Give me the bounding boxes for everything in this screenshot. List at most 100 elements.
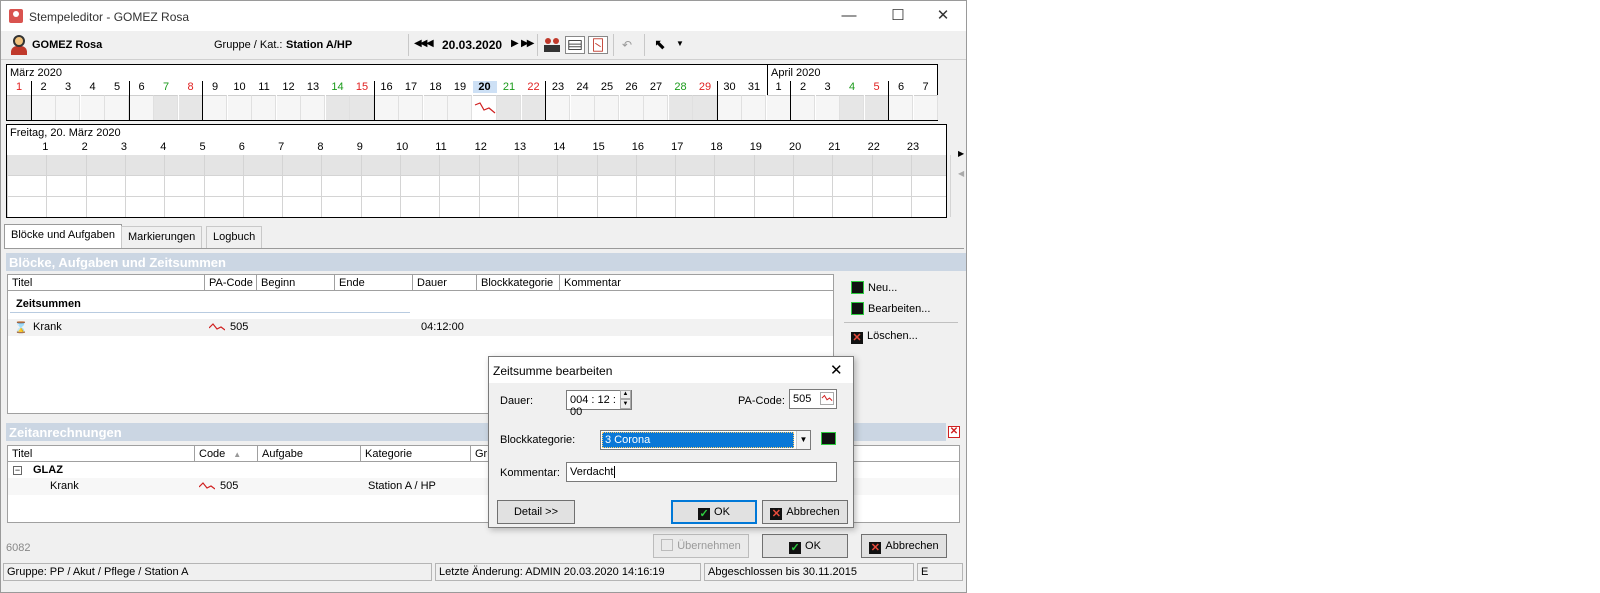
collapse-icon[interactable]: − bbox=[13, 466, 22, 475]
month-day-label[interactable]: 31 bbox=[742, 81, 766, 93]
month-day-label[interactable]: 16 bbox=[375, 81, 399, 93]
dauer-input[interactable]: 004 : 12 : 00 ▲ ▼ bbox=[566, 390, 632, 418]
month-day-label[interactable]: 5 bbox=[865, 81, 889, 93]
month-day-cell[interactable] bbox=[105, 95, 129, 120]
month-day-label[interactable]: 17 bbox=[399, 81, 423, 93]
month-day-label[interactable]: 30 bbox=[718, 81, 742, 93]
month-day-label[interactable]: 1 bbox=[767, 81, 791, 93]
month-day-cell[interactable] bbox=[423, 95, 448, 120]
month-day-cell[interactable] bbox=[276, 95, 301, 120]
loeschen-button[interactable]: ✕ Löschen... bbox=[851, 330, 918, 344]
month-day-cell[interactable] bbox=[301, 95, 325, 120]
month-day-cell[interactable] bbox=[570, 95, 595, 120]
month-day-cell[interactable] bbox=[864, 95, 889, 120]
month-day-label[interactable]: 4 bbox=[840, 81, 864, 93]
month-day-label[interactable]: 15 bbox=[350, 81, 374, 93]
month-day-label[interactable]: 26 bbox=[620, 81, 644, 93]
col-blockkategorie[interactable]: Blockkategorie bbox=[477, 275, 560, 291]
pa-code-input[interactable]: 505 bbox=[789, 389, 837, 409]
month-day-cell[interactable] bbox=[350, 95, 374, 120]
col-kategorie[interactable]: Kategorie bbox=[361, 446, 471, 462]
month-day-cell[interactable] bbox=[742, 95, 766, 120]
scroll-right-icon[interactable]: ▶ bbox=[958, 149, 964, 158]
table-view-icon[interactable] bbox=[565, 36, 585, 54]
month-day-label[interactable]: 25 bbox=[595, 81, 619, 93]
month-day-label[interactable]: 6 bbox=[130, 81, 154, 93]
month-day-label[interactable]: 5 bbox=[105, 81, 129, 93]
spin-up-icon[interactable]: ▲ bbox=[620, 390, 631, 399]
month-day-cell[interactable] bbox=[472, 95, 497, 120]
month-day-label[interactable]: 14 bbox=[326, 81, 350, 93]
month-day-cell[interactable] bbox=[668, 95, 693, 120]
chevron-down-icon[interactable]: ▼ bbox=[796, 431, 810, 449]
month-day-cell[interactable] bbox=[644, 95, 668, 120]
month-day-cell[interactable] bbox=[178, 95, 203, 120]
col-ende[interactable]: Ende bbox=[335, 275, 413, 291]
month-day-cell[interactable] bbox=[717, 95, 742, 120]
month-day-cell[interactable] bbox=[595, 95, 619, 120]
group-people-icon[interactable] bbox=[542, 36, 562, 54]
month-day-cell[interactable] bbox=[913, 95, 938, 120]
col-code[interactable]: Code ▲ bbox=[195, 446, 258, 462]
month-day-label[interactable]: 27 bbox=[644, 81, 668, 93]
month-day-label[interactable]: 13 bbox=[301, 81, 325, 93]
tab-markierungen[interactable]: Markierungen bbox=[121, 226, 203, 248]
month-day-cell[interactable] bbox=[325, 95, 350, 120]
month-day-cell[interactable] bbox=[399, 95, 423, 120]
month-day-label[interactable]: 11 bbox=[252, 81, 276, 93]
month-day-label[interactable]: 19 bbox=[448, 81, 472, 93]
close-button[interactable]: ✕ bbox=[929, 5, 957, 27]
col-titel[interactable]: Titel bbox=[8, 446, 195, 462]
col-dauer[interactable]: Dauer bbox=[413, 275, 477, 291]
month-day-label[interactable]: 3 bbox=[816, 81, 840, 93]
document-icon[interactable] bbox=[588, 36, 608, 54]
month-day-label[interactable]: 21 bbox=[497, 81, 521, 93]
month-day-cell[interactable] bbox=[546, 95, 570, 120]
month-day-label[interactable]: 20 bbox=[472, 81, 497, 93]
pointer-icon[interactable]: ⬉ bbox=[654, 36, 666, 53]
month-day-cell[interactable] bbox=[154, 95, 178, 120]
month-day-label[interactable]: 7 bbox=[154, 81, 178, 93]
close-section-icon[interactable]: ✕ bbox=[948, 426, 960, 438]
month-day-label[interactable]: 22 bbox=[522, 81, 546, 93]
scroll-left-icon[interactable]: ◀ bbox=[958, 169, 964, 178]
month-day-label[interactable]: 1 bbox=[7, 81, 31, 93]
month-day-label[interactable]: 2 bbox=[791, 81, 815, 93]
col-titel[interactable]: Titel bbox=[8, 275, 205, 291]
dialog-ok-button[interactable]: ✓ OK bbox=[671, 500, 757, 524]
month-day-label[interactable]: 24 bbox=[571, 81, 595, 93]
col-beginn[interactable]: Beginn bbox=[257, 275, 335, 291]
dialog-abbrechen-button[interactable]: ✕ Abbrechen bbox=[762, 500, 848, 524]
col-aufgabe[interactable]: Aufgabe bbox=[258, 446, 361, 462]
next-day-icon[interactable]: ▶ bbox=[511, 38, 519, 49]
next-all-icon[interactable]: ▶▶ bbox=[521, 38, 534, 49]
minimize-button[interactable]: — bbox=[835, 5, 863, 27]
kommentar-input[interactable]: Verdacht bbox=[566, 462, 837, 482]
uebernehmen-button[interactable]: Übernehmen bbox=[653, 534, 749, 558]
spin-down-icon[interactable]: ▼ bbox=[620, 399, 631, 409]
chevron-down-icon[interactable]: ▼ bbox=[676, 39, 684, 48]
month-day-label[interactable]: 23 bbox=[546, 81, 570, 93]
ok-button[interactable]: ✓ OK bbox=[762, 534, 848, 558]
month-day-label[interactable]: 4 bbox=[81, 81, 105, 93]
month-day-label[interactable]: 6 bbox=[889, 81, 913, 93]
month-day-cell[interactable] bbox=[80, 95, 105, 120]
month-day-cell[interactable] bbox=[252, 95, 276, 120]
month-day-cell[interactable] bbox=[497, 95, 521, 120]
prev-all-icon[interactable]: ◀◀ bbox=[414, 38, 427, 49]
month-day-label[interactable]: 12 bbox=[277, 81, 301, 93]
month-day-cell[interactable] bbox=[619, 95, 644, 120]
neu-button[interactable]: Neu... bbox=[851, 281, 897, 294]
month-day-label[interactable]: 29 bbox=[693, 81, 717, 93]
table-row[interactable]: ⌛ Krank 505 04:12:00 bbox=[8, 319, 833, 336]
detail-button[interactable]: Detail >> bbox=[497, 500, 575, 524]
month-day-cell[interactable] bbox=[889, 95, 913, 120]
month-day-cell[interactable] bbox=[56, 95, 80, 120]
col-kommentar[interactable]: Kommentar bbox=[560, 275, 833, 291]
month-day-cell[interactable] bbox=[7, 95, 31, 120]
month-day-cell[interactable] bbox=[448, 95, 472, 120]
prev-day-icon[interactable]: ◀ bbox=[426, 38, 434, 49]
month-day-label[interactable]: 9 bbox=[203, 81, 227, 93]
month-day-cell[interactable] bbox=[840, 95, 864, 120]
month-day-cell[interactable] bbox=[693, 95, 717, 120]
